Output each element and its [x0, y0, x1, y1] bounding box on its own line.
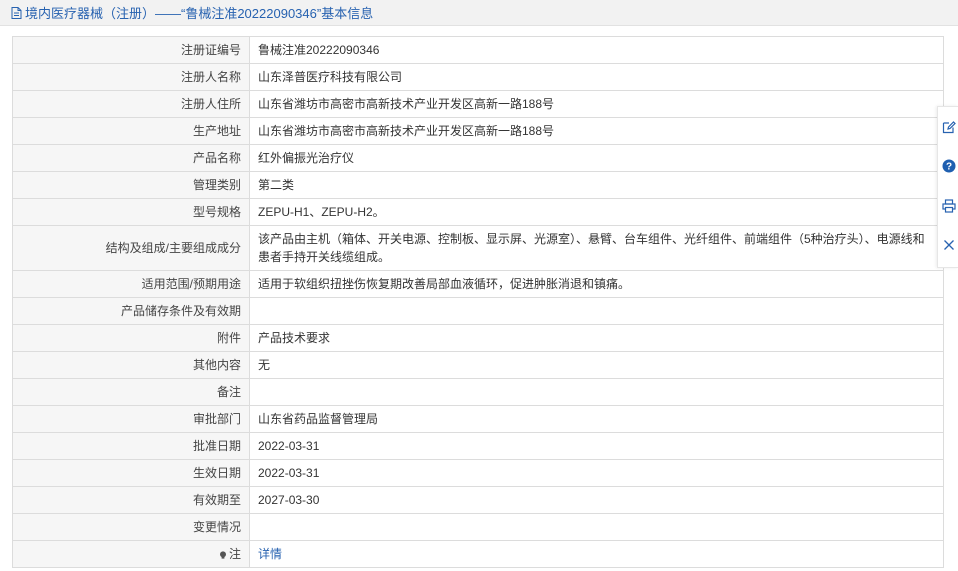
field-label: 有效期至: [12, 486, 250, 514]
field-value: 产品技术要求: [249, 324, 944, 352]
field-label: 产品名称: [12, 144, 250, 172]
table-row: 产品名称 红外偏振光治疗仪: [12, 144, 944, 172]
detail-table: 注册证编号 鲁械注准20222090346 注册人名称 山东泽普医疗科技有限公司…: [12, 36, 944, 568]
field-label: 注册人名称: [12, 63, 250, 91]
field-value: 2022-03-31: [249, 432, 944, 460]
table-row: 其他内容 无: [12, 351, 944, 379]
field-label: 审批部门: [12, 405, 250, 433]
note-label-cell: 注: [12, 540, 250, 568]
table-row: 附件 产品技术要求: [12, 324, 944, 352]
table-row: 结构及组成/主要组成成分 该产品由主机（箱体、开关电源、控制板、显示屏、光源室）…: [12, 225, 944, 271]
table-row: 适用范围/预期用途 适用于软组织扭挫伤恢复期改善局部血液循环，促进肿胀消退和镇痛…: [12, 270, 944, 298]
table-row: 注册人住所 山东省潍坊市高密市高新技术产业开发区高新一路188号: [12, 90, 944, 118]
print-icon[interactable]: [942, 199, 956, 213]
page-title: 境内医疗器械（注册）——“鲁械注准20222090346”基本信息: [25, 6, 374, 21]
field-value: 该产品由主机（箱体、开关电源、控制板、显示屏、光源室）、悬臂、台车组件、光纤组件…: [249, 225, 944, 271]
field-label: 注: [228, 547, 241, 561]
field-label: 附件: [12, 324, 250, 352]
field-value: 2022-03-31: [249, 459, 944, 487]
floating-toolbar: ?: [937, 106, 958, 268]
field-label: 管理类别: [12, 171, 250, 199]
field-label: 结构及组成/主要组成成分: [12, 225, 250, 271]
field-value: [249, 513, 944, 541]
document-icon: [11, 6, 22, 19]
table-row: 有效期至 2027-03-30: [12, 486, 944, 514]
table-row: 生产地址 山东省潍坊市高密市高新技术产业开发区高新一路188号: [12, 117, 944, 145]
field-value: 红外偏振光治疗仪: [249, 144, 944, 172]
table-row: 产品储存条件及有效期: [12, 297, 944, 325]
table-row: 管理类别 第二类: [12, 171, 944, 199]
field-label: 其他内容: [12, 351, 250, 379]
bulb-icon: [219, 551, 226, 559]
table-row: 注 详情: [12, 540, 944, 568]
field-value: [249, 297, 944, 325]
field-label: 批准日期: [12, 432, 250, 460]
field-label: 注册证编号: [12, 36, 250, 64]
field-value: 适用于软组织扭挫伤恢复期改善局部血液循环，促进肿胀消退和镇痛。: [249, 270, 944, 298]
help-icon[interactable]: ?: [942, 159, 956, 173]
table-row: 注册人名称 山东泽普医疗科技有限公司: [12, 63, 944, 91]
field-label: 生产地址: [12, 117, 250, 145]
field-value: 无: [249, 351, 944, 379]
table-row: 备注: [12, 378, 944, 406]
svg-text:?: ?: [946, 162, 952, 173]
field-value: 鲁械注准20222090346: [249, 36, 944, 64]
field-value: ZEPU-H1、ZEPU-H2。: [249, 198, 944, 226]
field-value-cell: 详情: [249, 540, 944, 568]
field-value: 山东省药品监督管理局: [249, 405, 944, 433]
field-value: 2027-03-30: [249, 486, 944, 514]
close-icon[interactable]: [942, 238, 956, 252]
field-label: 备注: [12, 378, 250, 406]
table-row: 审批部门 山东省药品监督管理局: [12, 405, 944, 433]
table-row: 注册证编号 鲁械注准20222090346: [12, 36, 944, 64]
page-header: 境内医疗器械（注册）——“鲁械注准20222090346”基本信息: [0, 0, 958, 26]
edit-icon[interactable]: [942, 120, 956, 134]
field-value: 第二类: [249, 171, 944, 199]
field-label: 生效日期: [12, 459, 250, 487]
field-label: 型号规格: [12, 198, 250, 226]
field-label: 变更情况: [12, 513, 250, 541]
field-label: 适用范围/预期用途: [12, 270, 250, 298]
details-link[interactable]: 详情: [258, 547, 282, 561]
field-value: 山东省潍坊市高密市高新技术产业开发区高新一路188号: [249, 117, 944, 145]
field-value: [249, 378, 944, 406]
field-value: 山东泽普医疗科技有限公司: [249, 63, 944, 91]
table-row: 生效日期 2022-03-31: [12, 459, 944, 487]
field-label: 注册人住所: [12, 90, 250, 118]
table-row: 批准日期 2022-03-31: [12, 432, 944, 460]
field-value: 山东省潍坊市高密市高新技术产业开发区高新一路188号: [249, 90, 944, 118]
table-row: 型号规格 ZEPU-H1、ZEPU-H2。: [12, 198, 944, 226]
field-label: 产品储存条件及有效期: [12, 297, 250, 325]
table-row: 变更情况: [12, 513, 944, 541]
